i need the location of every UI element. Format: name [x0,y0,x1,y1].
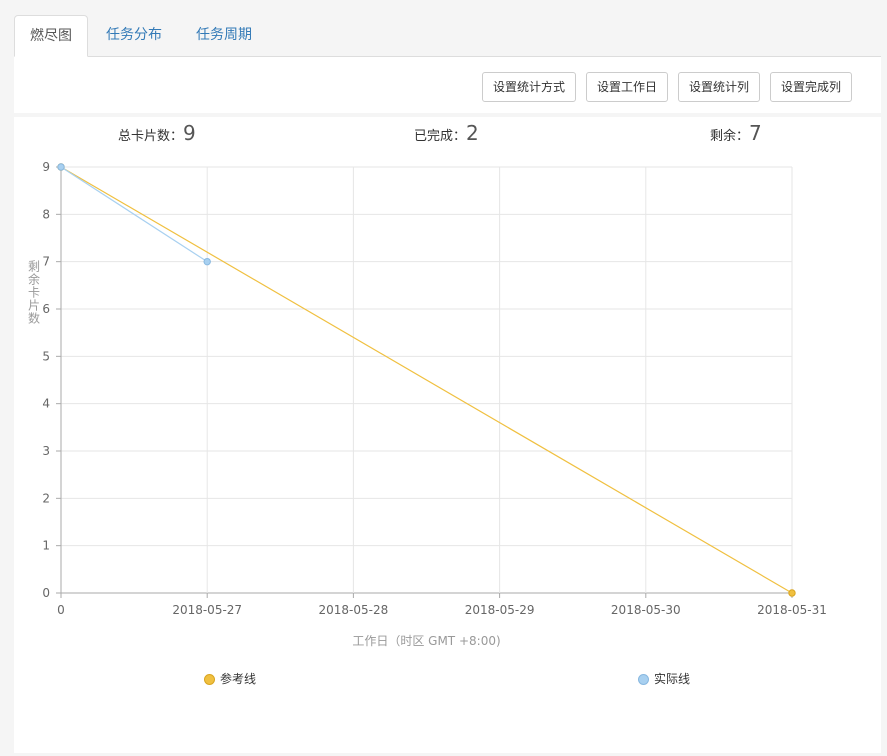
tab-bar: 燃尽图 任务分布 任务周期 [14,15,881,57]
y-tick-label: 7 [42,255,50,269]
x-tick-label: 2018-05-28 [319,603,389,617]
tab-task-distribution[interactable]: 任务分布 [98,15,170,56]
x-tick-label: 2018-05-29 [465,603,535,617]
data-point-reference [788,589,796,597]
y-tick-label: 2 [42,491,50,505]
data-point-actual [57,163,65,171]
tab-task-cycle[interactable]: 任务周期 [188,15,260,56]
y-tick-label: 8 [42,207,50,221]
x-tick-label: 0 [57,603,65,617]
set-stat-method-button[interactable]: 设置统计方式 [482,72,576,102]
legend-actual-label: 实际线 [654,672,691,686]
data-point-actual [203,257,211,266]
legend-actual-swatch [638,674,649,685]
y-tick-label: 3 [42,444,50,458]
set-done-columns-button[interactable]: 设置完成列 [770,72,852,102]
x-tick-label: 2018-05-31 [757,603,827,617]
series-line-reference [60,166,793,594]
legend-reference[interactable]: 参考线 [204,670,256,687]
x-axis-label: 工作日（时区 GMT +8:00) [352,634,500,648]
y-tick-label: 0 [42,586,50,600]
legend-actual[interactable]: 实际线 [638,670,690,687]
set-stat-columns-button[interactable]: 设置统计列 [678,72,760,102]
tab-burndown[interactable]: 燃尽图 [14,15,88,57]
burndown-chart: 0 1 2 3 4 5 6 7 8 9 0 2018-05-27 2018-05-28 2018-05-2… [28,160,827,648]
chart-panel: 总卡片数：9 已完成：2 剩余：7 0 1 2 3 4 5 6 7 8 9 0 2018-05-27 2… [14,117,881,753]
y-tick-label: 5 [42,349,50,363]
y-tick-label: 6 [42,302,50,316]
y-tick-label: 9 [42,160,50,174]
x-tick-label: 2018-05-30 [611,603,681,617]
x-tick-label: 2018-05-27 [172,603,242,617]
legend-reference-swatch [204,674,215,685]
set-workdays-button[interactable]: 设置工作日 [586,72,668,102]
y-tick-label: 1 [42,539,50,553]
legend-reference-label: 参考线 [220,672,257,686]
y-tick-label: 4 [42,397,50,411]
y-axis-label: 剩余卡片数 [28,260,40,326]
toolbar: 设置统计方式 设置工作日 设置统计列 设置完成列 [14,57,881,113]
